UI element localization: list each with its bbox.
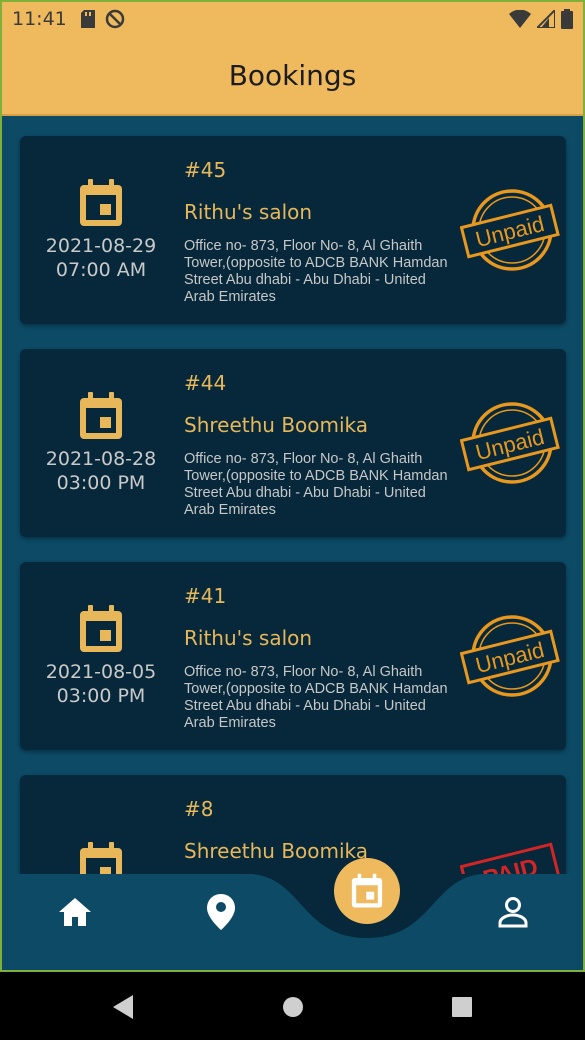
calendar-icon	[351, 873, 383, 908]
booking-id: #41	[184, 584, 227, 608]
system-navigation-bar	[0, 972, 585, 1040]
salon-name: Rithu's salon	[184, 626, 313, 650]
booking-time: 03:00 PM	[56, 685, 146, 707]
booking-time: 03:00 PM	[56, 472, 146, 494]
booking-time: 07:00 AM	[55, 259, 147, 281]
unpaid-stamp: Unpaid	[460, 189, 560, 271]
salon-name: Rithu's salon	[184, 200, 313, 224]
calendar-icon	[80, 605, 122, 652]
salon-address: Office no- 873, Floor No- 8, Al Ghaith T…	[184, 664, 448, 731]
calendar-icon	[80, 392, 122, 439]
nav-bookings[interactable]	[334, 858, 400, 924]
calendar-icon	[80, 842, 122, 874]
bottom-navigation	[2, 858, 583, 970]
salon-name: Shreethu Boomika	[184, 839, 369, 863]
nav-location[interactable]	[201, 892, 241, 932]
nav-home[interactable]	[55, 892, 95, 932]
booking-card[interactable]: 2021-08-28 03:00 PM #44 Shreethu Boomika…	[20, 349, 566, 537]
wifi-icon	[509, 10, 531, 28]
booking-id: #8	[184, 797, 214, 821]
booking-date: 2021-08-28	[45, 448, 157, 470]
person-icon	[498, 897, 528, 928]
app-frame: 11:41 Bookings 2021-08-29 07:00 AM #45 R…	[0, 0, 585, 972]
booking-card[interactable]: 2021-08-29 07:00 AM #45 Rithu's salon Of…	[20, 136, 566, 324]
booking-id: #45	[184, 158, 227, 182]
status-bar: 11:41	[2, 2, 583, 36]
home-icon	[59, 898, 91, 926]
do-not-disturb-icon	[105, 9, 125, 29]
status-time: 11:41	[12, 8, 67, 30]
salon-address: Office no- 873, Floor No- 8, Al Ghaith T…	[184, 451, 448, 518]
calendar-icon	[80, 179, 122, 226]
unpaid-stamp: Unpaid	[460, 615, 560, 697]
location-pin-icon	[207, 894, 235, 930]
nav-profile[interactable]	[493, 892, 533, 932]
booking-date: 2021-08-29	[45, 235, 157, 257]
unpaid-stamp: Unpaid	[460, 402, 560, 484]
recents-icon[interactable]	[451, 996, 473, 1018]
booking-id: #44	[184, 371, 227, 395]
paid-stamp: PAID	[460, 842, 560, 874]
booking-date: 2021-08-05	[45, 661, 157, 683]
back-icon[interactable]	[111, 994, 135, 1020]
salon-name: Shreethu Boomika	[184, 413, 369, 437]
home-circle-icon[interactable]	[282, 996, 304, 1018]
signal-icon	[537, 10, 555, 28]
battery-icon	[561, 9, 573, 29]
page-title: Bookings	[228, 58, 357, 92]
app-bar: Bookings	[2, 36, 583, 116]
booking-card[interactable]: #8 Shreethu Boomika PAID	[20, 775, 566, 874]
booking-list[interactable]: 2021-08-29 07:00 AM #45 Rithu's salon Of…	[2, 118, 583, 874]
booking-card[interactable]: 2021-08-05 03:00 PM #41 Rithu's salon Of…	[20, 562, 566, 750]
sd-card-icon	[80, 10, 95, 28]
salon-address: Office no- 873, Floor No- 8, Al Ghaith T…	[184, 238, 448, 305]
